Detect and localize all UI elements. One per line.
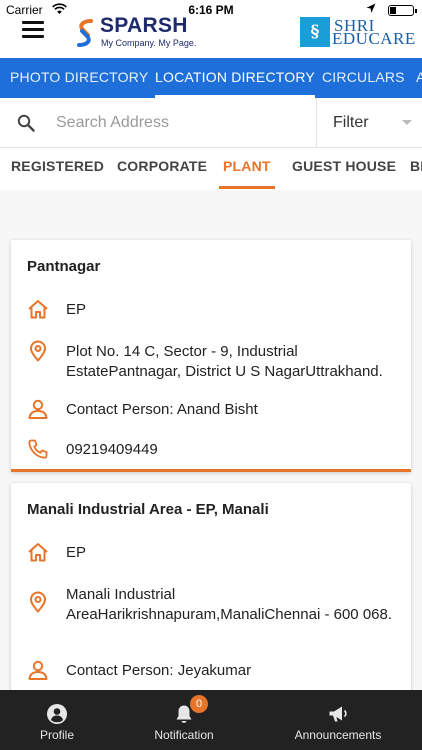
category-tab-bar: REGISTERED CORPORATE PLANT GUEST HOUSE B…: [0, 148, 422, 190]
address-text: Plot No. 14 C, Sector - 9, Industrial Es…: [66, 343, 383, 380]
menu-button[interactable]: [22, 21, 44, 39]
company-name: EP: [66, 544, 87, 561]
location-title: Manali Industrial Area - EP, Manali: [27, 501, 269, 518]
phone-number[interactable]: 09219409449: [66, 440, 406, 460]
company-name: EP: [66, 301, 87, 318]
location-arrow-icon: [366, 3, 376, 13]
tab-photo-directory[interactable]: PHOTO DIRECTORY: [10, 58, 148, 98]
filter-dropdown[interactable]: Filter: [316, 98, 422, 148]
brand-tagline: My Company. My Page.: [101, 38, 197, 48]
profile-icon: [47, 704, 67, 724]
active-tab-indicator: [219, 186, 275, 189]
contact-person: Contact Person: Anand Bisht: [66, 401, 258, 418]
bottom-nav: Profile 0 Notification Announcements: [0, 690, 422, 750]
tab-overflow-category[interactable]: BI: [410, 148, 422, 190]
nav-profile-label: Profile: [39, 728, 74, 742]
contact-row: Contact Person: Anand Bisht: [27, 398, 399, 422]
contact-row: Contact Person: Jeyakumar: [27, 659, 399, 683]
home-icon: [28, 543, 48, 562]
megaphone-icon: [329, 706, 347, 722]
filter-label: Filter: [333, 114, 369, 131]
location-pin-icon: [30, 340, 46, 362]
nav-profile[interactable]: Profile: [22, 690, 92, 750]
location-pin-icon: [30, 591, 46, 613]
phone-icon: [28, 439, 48, 459]
sparsh-logo: SPARSH My Company. My Page.: [72, 14, 202, 51]
partner-line2: EDUCARE: [332, 29, 416, 48]
location-card[interactable]: Pantnagar EP Plot No. 14 C, Sector - 9, …: [11, 240, 411, 472]
chevron-down-icon: [402, 120, 412, 125]
search-input[interactable]: [56, 111, 296, 135]
location-list: Pantnagar EP Plot No. 14 C, Sector - 9, …: [0, 190, 422, 690]
nav-announcements[interactable]: Announcements: [286, 690, 390, 750]
tab-overflow[interactable]: A: [416, 58, 422, 98]
nav-announcements-label: Announcements: [294, 728, 382, 742]
brand-name: SPARSH: [100, 14, 188, 37]
tab-location-directory[interactable]: LOCATION DIRECTORY: [155, 58, 315, 98]
tab-corporate[interactable]: CORPORATE: [117, 148, 207, 190]
company-row: EP: [27, 541, 399, 565]
card-accent-bar: [11, 469, 411, 472]
address-text: Manali Industrial AreaHarikrishnapuram,M…: [66, 586, 393, 623]
location-title: Pantnagar: [27, 258, 101, 275]
company-row: EP: [27, 298, 399, 322]
top-tab-bar: PHOTO DIRECTORY LOCATION DIRECTORY CIRCU…: [0, 58, 422, 98]
nav-notification-label: Notification: [154, 728, 214, 742]
shri-educare-logo: § SHRI EDUCARE: [298, 15, 420, 51]
tab-circulars[interactable]: CIRCULARS: [322, 58, 405, 98]
search-icon: [17, 114, 35, 132]
home-icon: [28, 300, 48, 319]
nav-notification[interactable]: 0 Notification: [144, 690, 224, 750]
sparsh-logo-mark: [77, 19, 93, 47]
phone-row[interactable]: 09219409449: [27, 438, 399, 462]
shri-educare-logo-mark: §: [300, 17, 330, 47]
search-bar: Filter: [0, 98, 422, 148]
tab-guest-house[interactable]: GUEST HOUSE: [292, 148, 396, 190]
menu-icon: [22, 21, 44, 24]
tab-registered[interactable]: REGISTERED: [11, 148, 104, 190]
person-icon: [28, 660, 48, 680]
notification-badge: 0: [190, 695, 208, 713]
tab-plant[interactable]: PLANT: [219, 148, 275, 190]
location-card[interactable]: Manali Industrial Area - EP, Manali EP M…: [11, 483, 411, 690]
app-header: SPARSH My Company. My Page. § SHRI EDUCA…: [0, 14, 422, 58]
person-icon: [28, 399, 48, 419]
app-screen: Carrier 6:16 PM SPARSH My Company. My Pa…: [0, 0, 422, 750]
address-row: Manali Industrial AreaHarikrishnapuram,M…: [27, 583, 399, 645]
address-row: Plot No. 14 C, Sector - 9, Industrial Es…: [27, 340, 399, 384]
contact-person: Contact Person: Jeyakumar: [66, 662, 252, 679]
